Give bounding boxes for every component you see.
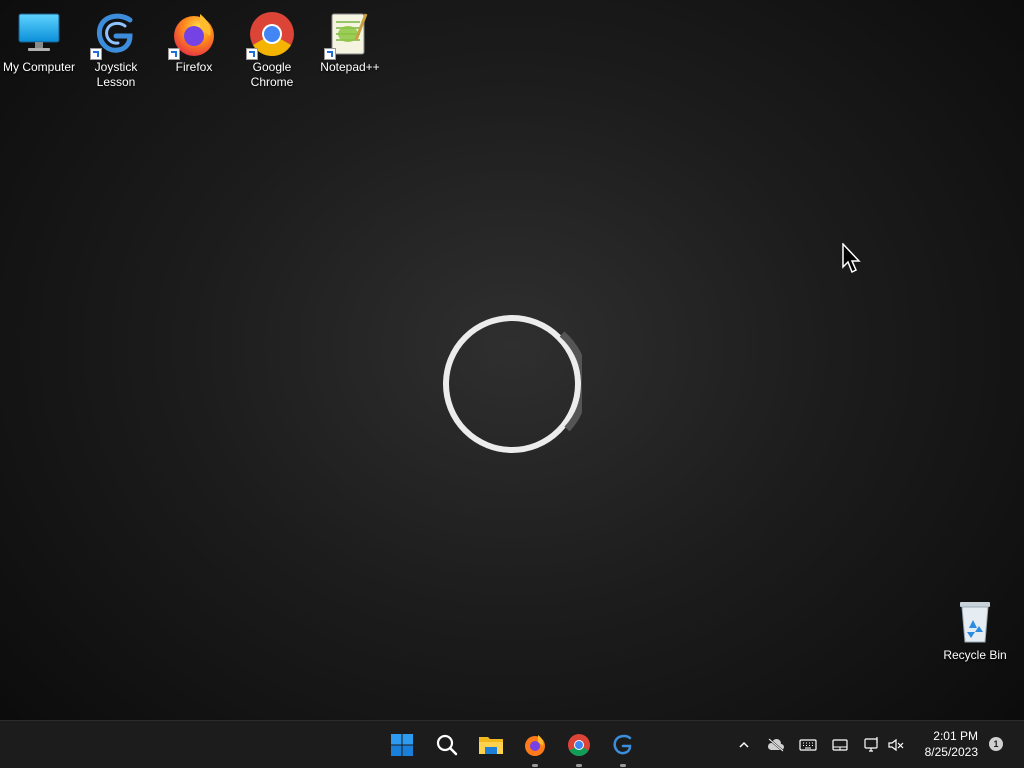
notification-badge[interactable]: 1 [989,737,1003,751]
desktop-icon-label: Joystick Lesson [94,60,138,89]
taskbar-gdevelop[interactable] [607,729,639,767]
firefox-icon [525,735,545,756]
running-indicator [620,764,626,767]
network-icon [864,737,878,752]
file-explorer-icon [479,737,503,754]
desktop-icon-firefox[interactable]: Firefox [155,4,233,75]
mouse-pointer-icon [842,242,862,280]
onedrive-tray-button[interactable] [766,735,786,755]
shortcut-arrow-icon [168,48,180,60]
computer-icon [15,10,63,58]
chrome-icon [568,734,590,756]
taskbar-search-button[interactable] [431,729,463,761]
desktop-icon-google-chrome[interactable]: Google Chrome [233,4,311,90]
desktop-icon-my-computer[interactable]: My Computer [0,4,78,75]
firefox-icon [168,10,218,60]
clock-date: 8/25/2023 [924,745,978,759]
desktop-icon-label: Notepad++ [320,60,380,74]
network-tray-button[interactable] [862,735,882,755]
desktop-icon-label: My Computer [2,60,76,74]
start-icon [391,734,413,756]
desktop-icon-label: Firefox [175,60,213,74]
chevron-up-icon [739,741,749,748]
touchpad-tray-button[interactable] [830,735,850,755]
start-button[interactable] [386,729,418,761]
chrome-icon [246,10,296,60]
system-clock[interactable]: 2:01 PM 8/25/2023 [925,728,978,760]
shortcut-arrow-icon [324,48,336,60]
desktop[interactable]: My Computer Joystick Lesson Firefox Goog… [0,0,1024,720]
touchpad-icon [832,739,848,751]
keyboard-icon [799,739,817,751]
search-icon [436,734,458,756]
shortcut-arrow-icon [90,48,102,60]
notepadpp-icon [324,10,374,60]
taskbar-chrome[interactable] [563,729,595,767]
desktop-icon-label: Recycle Bin [943,648,1007,662]
keyboard-tray-button[interactable] [798,735,818,755]
taskbar: 2:01 PM 8/25/2023 1 [0,720,1024,768]
shortcut-arrow-icon [246,48,258,60]
desktop-icon-notepadpp[interactable]: Notepad++ [311,4,389,75]
gdevelop-icon [90,10,140,60]
desktop-icon-label: Google Chrome [250,60,294,89]
desktop-icon-recycle-bin[interactable]: Recycle Bin [936,592,1014,663]
taskbar-file-explorer[interactable] [475,729,507,761]
onedrive-offline-icon [767,738,784,752]
running-indicator [576,764,582,767]
clock-time: 2:01 PM [933,729,978,743]
desktop-icon-joystick-lesson[interactable]: Joystick Lesson [77,4,155,90]
volume-muted-icon [888,738,904,752]
recycle-bin-icon [951,598,999,646]
gdevelop-icon [613,734,632,755]
taskbar-firefox[interactable] [519,729,551,767]
volume-tray-button[interactable] [886,735,906,755]
loading-spinner [442,314,589,459]
show-hidden-icons-button[interactable] [734,735,754,755]
running-indicator [532,764,538,767]
